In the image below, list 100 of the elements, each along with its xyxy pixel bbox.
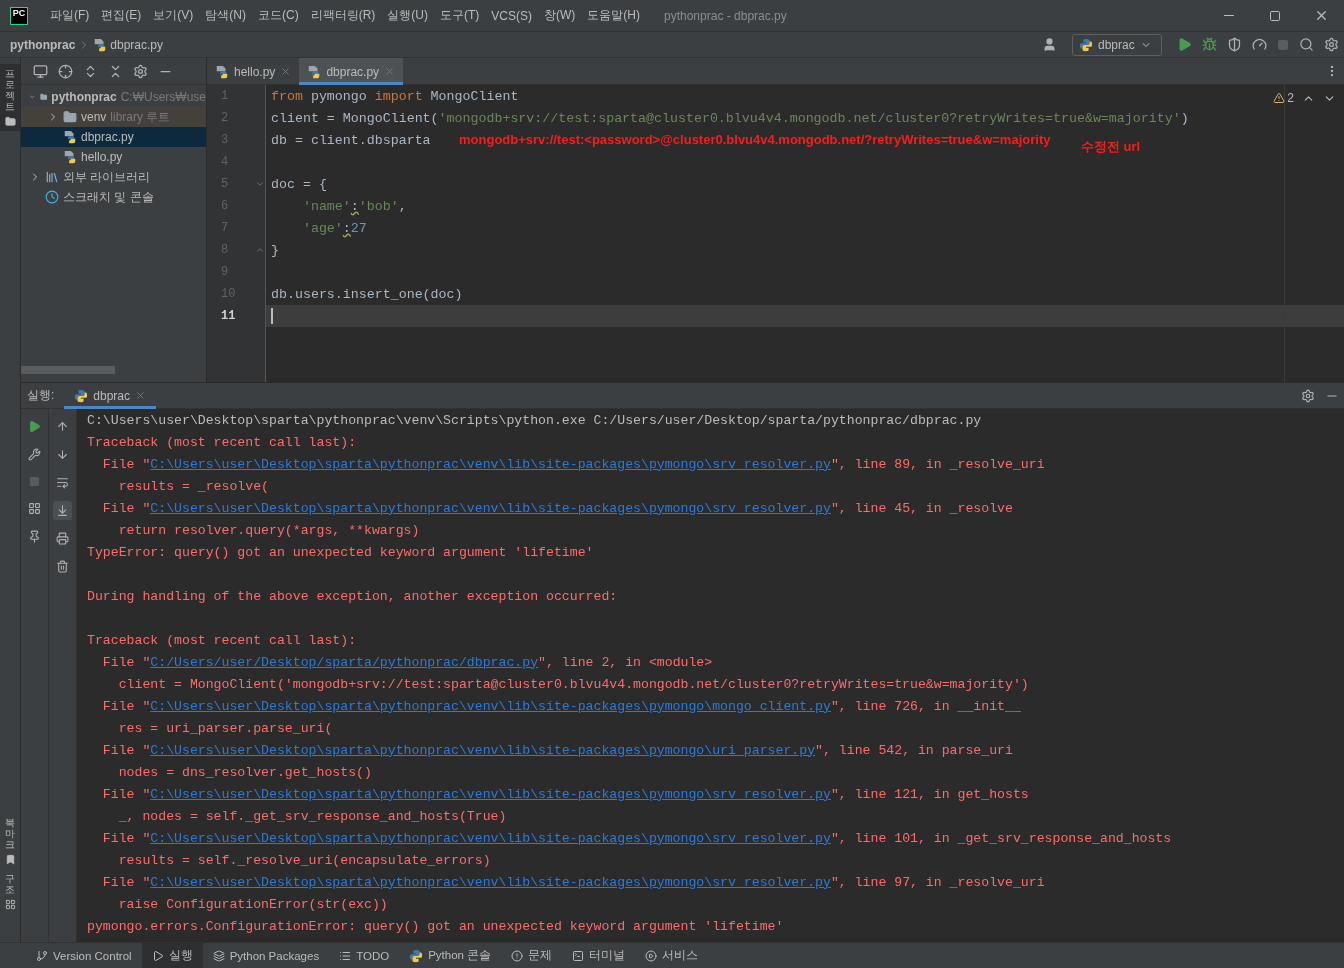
tree-label: 스크래치 및 콘솔 [63, 188, 154, 206]
line-number: 11 [221, 309, 236, 323]
console-line: File "C:\Users\user\Desktop\sparta\pythonprac\venv\lib\site-packages\pymongo\srv_resolver.py", line 101, in _get_srv_response_and_hosts [101, 830, 1172, 846]
tree-label: dbprac.py [81, 130, 134, 144]
annotation-text: mongodb+srv://test:<password>@cluster0.blvu4v4.mongodb.net/?retryWrites=true&w=majority [459, 132, 1051, 147]
tree-hint: C:₩Users₩use [120, 90, 206, 104]
console-line: File "C:\Users\user\Desktop\sparta\pythonprac\venv\lib\site-packages\pymongo\mongo_client.py", line 726, in __init__ [101, 698, 1021, 714]
user-icon[interactable] [1042, 37, 1057, 52]
console-line: File "C:/Users/user/Desktop/sparta/pythonprac/dbprac.py", line 2, in <module> [101, 654, 713, 670]
play-circle-icon [645, 949, 658, 962]
debug-icon[interactable] [1202, 37, 1217, 52]
menu-item[interactable]: 파일(F) [44, 7, 96, 24]
console-line: File "C:\Users\user\Desktop\sparta\pythonprac\venv\lib\site-packages\pymongo\srv_resolver.py", line 45, in _resolve [101, 500, 1013, 516]
python-file-icon [215, 64, 229, 79]
tool-window-tab[interactable]: Python Packages [202, 943, 330, 968]
tool-window-tab[interactable]: 문제 [501, 943, 563, 968]
file-link[interactable]: C:\Users\user\Desktop\sparta\pythonprac\venv\lib\site-packages\pymongo\srv_resolver.py [150, 500, 831, 516]
settings-icon[interactable] [133, 63, 148, 79]
tool-window-tab[interactable]: 터미널 [562, 943, 636, 968]
code-line: client = MongoClient('mongodb+srv://test:sparta@cluster0.blvu4v4.mongodb.net/cluster0?retryWrites=true&w=majority') [271, 110, 1189, 126]
tree-label: hello.py [81, 150, 123, 164]
minimize-icon [1224, 15, 1234, 16]
menu-item[interactable]: 편집(E) [95, 7, 148, 24]
code-line: db.users.insert_one(doc) [271, 286, 463, 302]
file-link[interactable]: C:\Users\user\Desktop\sparta\pythonprac\venv\lib\site-packages\pymongo\srv_resolver.py [150, 830, 831, 846]
tree-item[interactable]: 스크래치 및 콘솔 [21, 187, 206, 207]
console-line: client = MongoClient('mongodb+srv://test:sparta@cluster0.blvu4v4.mongodb.net/cluster0?retryWrites=true&w=majority') [117, 676, 1029, 692]
python-icon [74, 388, 89, 403]
editor-tab[interactable]: dbprac.py [299, 58, 404, 85]
locate-icon[interactable] [58, 63, 73, 79]
settings-icon[interactable] [1324, 37, 1339, 52]
menu-item[interactable]: 실행(U) [381, 7, 434, 24]
tree-item[interactable]: venv library 루트 [21, 107, 206, 127]
folder-icon [4, 116, 16, 127]
file-link[interactable]: C:\Users\user\Desktop\sparta\pythonprac\venv\lib\site-packages\pymongo\srv_resolver.py [150, 786, 831, 802]
console-line: During handling of the above exception, another exception occurred: [87, 588, 618, 604]
python-file-icon [93, 37, 108, 52]
console-line: res = uri_parser.parse_uri( [117, 720, 333, 736]
text-cursor [271, 308, 273, 324]
window-title: pythonprac - dbprac.py [664, 8, 787, 23]
tool-window-tab[interactable]: TODO [329, 943, 400, 968]
scrollbar-thumb[interactable] [21, 366, 115, 374]
console-line: results = self._resolve_uri(encapsulate_errors) [117, 852, 491, 868]
tree-label: venv [81, 110, 107, 124]
menu-item[interactable]: 도구(T) [434, 7, 486, 24]
python-icon [1079, 37, 1093, 52]
console-line: pymongo.errors.ConfigurationError: query() got an unexpected keyword argument 'lifetime' [87, 918, 784, 934]
tree-item[interactable]: dbprac.py [21, 127, 206, 147]
menu-item[interactable]: 코드(C) [252, 7, 305, 24]
run-config-dropdown[interactable]: dbprac [1072, 33, 1162, 56]
menu-item[interactable]: 창(W) [538, 7, 582, 24]
search-icon[interactable] [1299, 37, 1314, 52]
run-icon[interactable] [1177, 37, 1192, 52]
file-link[interactable]: C:\Users\user\Desktop\sparta\pythonprac\venv\lib\site-packages\pymongo\mongo_client.py [150, 698, 831, 714]
tool-window-tab[interactable]: Python 콘솔 [399, 943, 502, 968]
breadcrumb-item[interactable]: pythonprac [10, 37, 76, 52]
bookmark-icon [4, 854, 16, 865]
app-logo: PC [10, 6, 28, 25]
console-line: Traceback (most recent call last): [87, 434, 357, 450]
code-line: 'name':'bob', [301, 198, 407, 214]
folder-icon [63, 110, 77, 124]
file-link[interactable]: C:\Users\user\Desktop\sparta\pythonprac\venv\lib\site-packages\pymongo\srv_resolver.py [150, 456, 831, 472]
side-tab[interactable]: 북마크 [0, 813, 20, 869]
python-file-icon [63, 130, 77, 144]
warning-count[interactable]: 2 [1273, 91, 1294, 105]
annotation-text: 수정전 url [1081, 138, 1141, 156]
console-line: File "C:\Users\user\Desktop\sparta\pythonprac\venv\lib\site-packages\pymongo\srv_resolver.py", line 89, in _resolve_uri [101, 456, 1045, 472]
side-tab[interactable]: 구조 [0, 869, 20, 914]
editor-tab[interactable]: hello.py [207, 58, 300, 85]
console-line: TypeError: query() got an unexpected keyword argument 'lifetime' [87, 544, 594, 560]
panel-view-icon[interactable] [33, 63, 48, 79]
console-line: C:\Users\user\Desktop\sparta\pythonprac\venv\Scripts\python.exe C:/Users/user/Desktop/sparta/pythonprac/dbprac.py [87, 412, 982, 428]
print-icon[interactable] [53, 529, 72, 548]
menu-item[interactable]: VCS(S) [485, 8, 538, 23]
file-link[interactable]: C:/Users/user/Desktop/sparta/pythonprac/dbprac.py [150, 654, 539, 670]
tool-window-tab[interactable]: Version Control [26, 943, 142, 968]
scratch-icon [45, 190, 59, 204]
tree-item[interactable]: pythonprac C:₩Users₩use [21, 87, 206, 107]
grid-icon [4, 899, 16, 910]
side-tab[interactable]: 프로젝트 [0, 64, 20, 131]
tree-item[interactable]: 외부 라이브러리 [21, 167, 206, 187]
console-line: File "C:\Users\user\Desktop\sparta\pythonprac\venv\lib\site-packages\pymongo\srv_resolver.py", line 97, in _resolve_uri [101, 874, 1045, 890]
file-link[interactable]: C:\Users\user\Desktop\sparta\pythonprac\venv\lib\site-packages\pymongo\uri_parser.py [150, 742, 816, 758]
menu-item[interactable]: 보기(V) [147, 7, 200, 24]
python-file-icon [307, 64, 322, 79]
breadcrumb-item[interactable]: dbprac.py [93, 37, 164, 52]
code-line: doc = { [271, 176, 327, 192]
settings-icon[interactable] [1301, 388, 1315, 403]
code-line: 'age':27 [301, 220, 367, 236]
menu-item[interactable]: 도움말(H) [581, 7, 646, 24]
layers-icon [212, 949, 225, 962]
tree-item[interactable]: hello.py [21, 147, 206, 167]
terminal-icon [572, 949, 585, 962]
tool-window-tab[interactable]: 서비스 [635, 943, 709, 968]
library-icon [45, 170, 59, 184]
tool-window-tab[interactable]: 실행 [141, 943, 203, 968]
menu-item[interactable]: 탐색(N) [199, 7, 252, 24]
menu-item[interactable]: 리팩터링(R) [304, 7, 382, 24]
file-link[interactable]: C:\Users\user\Desktop\sparta\pythonprac\venv\lib\site-packages\pymongo\srv_resolver.py [150, 874, 831, 890]
scroll-to-end-icon[interactable] [53, 501, 72, 520]
